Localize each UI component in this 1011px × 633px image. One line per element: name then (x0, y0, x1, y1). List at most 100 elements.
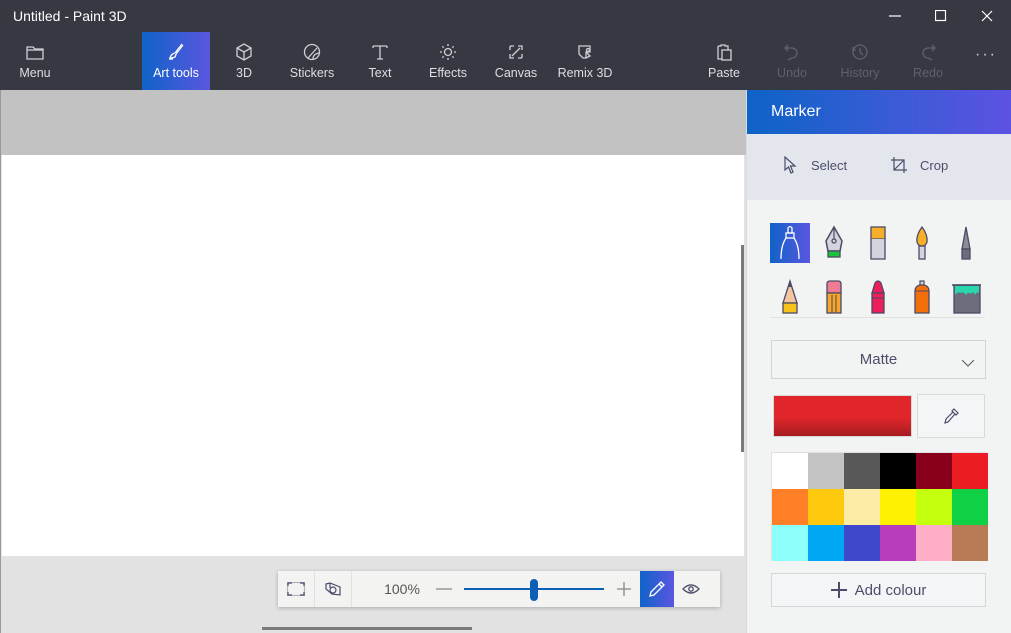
brush-watercolor[interactable] (902, 223, 942, 263)
main-toolbar: Menu Art tools 3D Stickers Text Effects … (0, 32, 1011, 90)
zoom-out-button[interactable] (432, 571, 456, 607)
palette-swatch[interactable] (772, 453, 808, 489)
minimize-button[interactable] (872, 0, 918, 32)
toolbar-remix-3d-label: Remix 3D (557, 66, 613, 80)
toolbar-3d[interactable]: 3D (218, 32, 270, 90)
close-button[interactable] (964, 0, 1010, 32)
zoom-slider-thumb[interactable] (530, 579, 538, 601)
zoom-percent: 100% (384, 581, 420, 597)
toolbar-redo[interactable]: Redo (904, 32, 952, 90)
palette-swatch[interactable] (808, 489, 844, 525)
brush-oil[interactable] (858, 223, 898, 263)
current-color-swatch[interactable] (773, 395, 912, 437)
toolbar-paste[interactable]: Paste (700, 32, 748, 90)
palette-swatch[interactable] (880, 525, 916, 561)
toolbar-history[interactable]: History (832, 32, 888, 90)
brush-fill[interactable] (946, 277, 986, 317)
crop-button[interactable]: Crop (890, 156, 948, 174)
eraser-icon (826, 280, 842, 314)
zoom-bar: 100% (278, 571, 720, 607)
eye-icon (682, 584, 700, 594)
panel-actions: Select Crop (747, 134, 1011, 200)
toolbar-art-tools[interactable]: Art tools (142, 32, 210, 90)
select-label: Select (811, 157, 848, 173)
workspace: 100% (0, 90, 746, 633)
maximize-button[interactable] (918, 0, 964, 32)
more-options-button[interactable]: ··· (966, 46, 1006, 70)
toolbar-undo[interactable]: Undo (768, 32, 816, 90)
toolbar-menu-label: Menu (19, 66, 51, 80)
remix-icon (578, 45, 592, 59)
view-mode-button[interactable] (674, 571, 708, 607)
fill-bucket-icon (952, 284, 981, 314)
zoom-slider[interactable] (464, 571, 604, 607)
palette-swatch[interactable] (772, 525, 808, 561)
brush-calligraphy-pen[interactable] (814, 223, 854, 263)
palette-swatch[interactable] (844, 489, 880, 525)
palette-swatch[interactable] (952, 489, 988, 525)
draw-mode-button[interactable] (640, 571, 674, 607)
toolbar-text[interactable]: Text (356, 32, 404, 90)
toolbar-remix-3d[interactable]: Remix 3D (554, 32, 616, 90)
drawing-canvas[interactable] (2, 155, 744, 556)
plus-icon (830, 582, 847, 598)
3d-view-button[interactable] (315, 571, 352, 607)
palette-swatch[interactable] (844, 525, 880, 561)
horizontal-scrollbar[interactable] (262, 627, 472, 630)
panel-header: Marker (747, 90, 1011, 134)
toolbar-effects[interactable]: Effects (422, 32, 474, 90)
toolbar-paste-label: Paste (708, 66, 740, 80)
chevron-down-icon (961, 359, 975, 367)
minimize-icon (889, 15, 901, 17)
palette-swatch[interactable] (808, 525, 844, 561)
finish-dropdown[interactable]: Matte (771, 340, 986, 379)
vertical-scrollbar[interactable] (741, 245, 744, 452)
crayon-icon (871, 280, 885, 314)
folder-icon (26, 46, 44, 60)
toolbar-text-label: Text (368, 66, 392, 80)
close-icon (981, 10, 993, 22)
brush-crayon[interactable] (858, 277, 898, 317)
add-colour-button[interactable]: Add colour (771, 573, 986, 607)
palette-swatch[interactable] (880, 453, 916, 489)
toolbar-stickers[interactable]: Stickers (282, 32, 342, 90)
brush-spray-can[interactable] (902, 277, 942, 317)
toolbar-stickers-label: Stickers (289, 66, 335, 80)
palette-swatch[interactable] (952, 453, 988, 489)
toolbar-redo-label: Redo (913, 66, 943, 80)
panel-title: Marker (771, 103, 821, 120)
brush-pixel-pen[interactable] (946, 223, 986, 263)
marker-icon (780, 225, 800, 260)
brush-marker[interactable] (770, 223, 810, 263)
select-button[interactable]: Select (783, 156, 847, 174)
palette-swatch[interactable] (952, 525, 988, 561)
maximize-icon (935, 10, 947, 22)
clipboard-icon (717, 44, 732, 61)
palette-swatch[interactable] (880, 489, 916, 525)
eyedropper-button[interactable] (917, 394, 985, 438)
palette-swatch[interactable] (916, 489, 952, 525)
brush-icon (169, 43, 184, 60)
minus-icon (436, 588, 452, 590)
zoom-in-button[interactable] (612, 571, 636, 607)
palette-swatch[interactable] (808, 453, 844, 489)
palette-swatch[interactable] (916, 525, 952, 561)
palette-swatch[interactable] (916, 453, 952, 489)
side-panel: Marker Select Crop Matte Add colour (746, 90, 1011, 633)
palette-swatch[interactable] (772, 489, 808, 525)
sun-icon (440, 44, 456, 60)
finish-dropdown-value: Matte (859, 351, 898, 368)
toolbar-canvas[interactable]: Canvas (490, 32, 542, 90)
brush-pencil[interactable] (770, 277, 810, 317)
oil-brush-icon (870, 226, 886, 260)
palette-swatch[interactable] (844, 453, 880, 489)
watercolor-icon (916, 225, 928, 260)
brush-eraser[interactable] (814, 277, 854, 317)
history-icon (852, 44, 868, 60)
toolbar-effects-label: Effects (429, 66, 467, 80)
fit-to-screen-button[interactable] (278, 571, 315, 607)
toolbar-menu[interactable]: Menu (2, 32, 68, 90)
brushes-divider (770, 317, 985, 318)
fit-screen-icon (287, 582, 305, 596)
pixel-pen-icon (961, 226, 971, 260)
